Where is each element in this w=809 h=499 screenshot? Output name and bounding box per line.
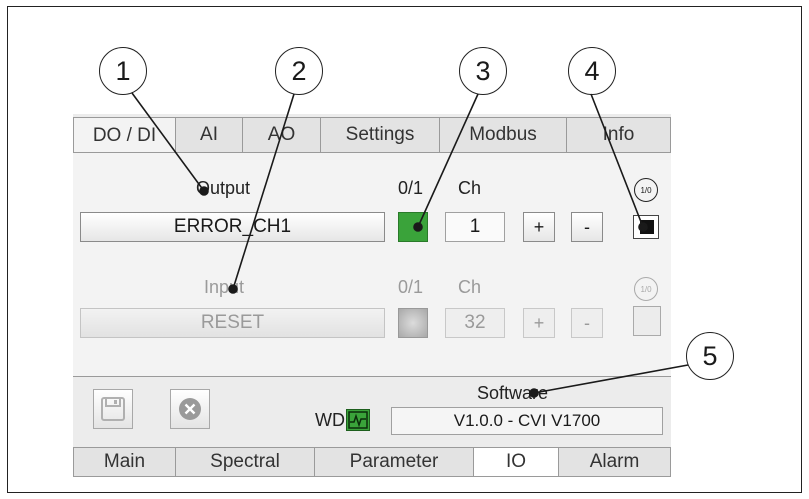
- close-circle-icon: [179, 398, 201, 420]
- output-ch-header: Ch: [458, 178, 482, 198]
- output-assign-button[interactable]: ERROR_CH1: [80, 212, 385, 242]
- checkbox-fill: [640, 220, 654, 234]
- callout-4: 4: [568, 47, 616, 95]
- input-label: Input: [204, 277, 245, 297]
- input-state-indicator: [398, 308, 428, 338]
- callout-5: 5: [686, 332, 734, 380]
- tab-settings[interactable]: Settings: [320, 117, 440, 153]
- tab-alarm[interactable]: Alarm: [558, 447, 671, 477]
- callout-3: 3: [459, 47, 507, 95]
- tab-main[interactable]: Main: [73, 447, 176, 477]
- input-toggle-checkbox[interactable]: [633, 306, 661, 336]
- input-plus-button[interactable]: +: [523, 308, 555, 338]
- tab-ai[interactable]: AI: [175, 117, 243, 153]
- input-01-header: 0/1: [398, 277, 424, 297]
- top-tab-bar: DO / DI AI AO Settings Modbus Info: [73, 117, 671, 153]
- watchdog-icon: [346, 409, 370, 431]
- input-ch-header: Ch: [458, 277, 482, 297]
- input-assign-button[interactable]: RESET: [80, 308, 385, 338]
- save-icon: [101, 397, 125, 421]
- tab-spectral[interactable]: Spectral: [175, 447, 315, 477]
- output-state-indicator: [398, 212, 428, 242]
- output-plus-button[interactable]: +: [523, 212, 555, 242]
- tab-io[interactable]: IO: [473, 447, 559, 477]
- output-label: Output: [196, 178, 251, 198]
- save-button[interactable]: [93, 389, 133, 429]
- tab-ao[interactable]: AO: [242, 117, 321, 153]
- bottom-tab-bar: Main Spectral Parameter IO Alarm: [73, 447, 671, 477]
- cancel-button[interactable]: [170, 389, 210, 429]
- software-version-field: V1.0.0 - CVI V1700: [391, 407, 663, 435]
- tab-do-di[interactable]: DO / DI: [73, 117, 176, 153]
- input-cycle-icon: 1/0: [634, 277, 658, 301]
- input-channel-field[interactable]: 32: [445, 308, 505, 338]
- output-channel-field[interactable]: 1: [445, 212, 505, 242]
- do-di-content: [73, 152, 671, 377]
- tab-info[interactable]: Info: [566, 117, 671, 153]
- tab-modbus[interactable]: Modbus: [439, 117, 567, 153]
- callout-1: 1: [99, 47, 147, 95]
- output-cycle-icon: 1/0: [634, 178, 658, 202]
- output-01-header: 0/1: [398, 178, 424, 198]
- callout-2: 2: [275, 47, 323, 95]
- tab-parameter[interactable]: Parameter: [314, 447, 474, 477]
- software-label: Software: [477, 383, 549, 403]
- output-toggle-checkbox[interactable]: [633, 215, 659, 239]
- output-minus-button[interactable]: -: [571, 212, 603, 242]
- input-minus-button[interactable]: -: [571, 308, 603, 338]
- watchdog-label: WD: [315, 410, 345, 430]
